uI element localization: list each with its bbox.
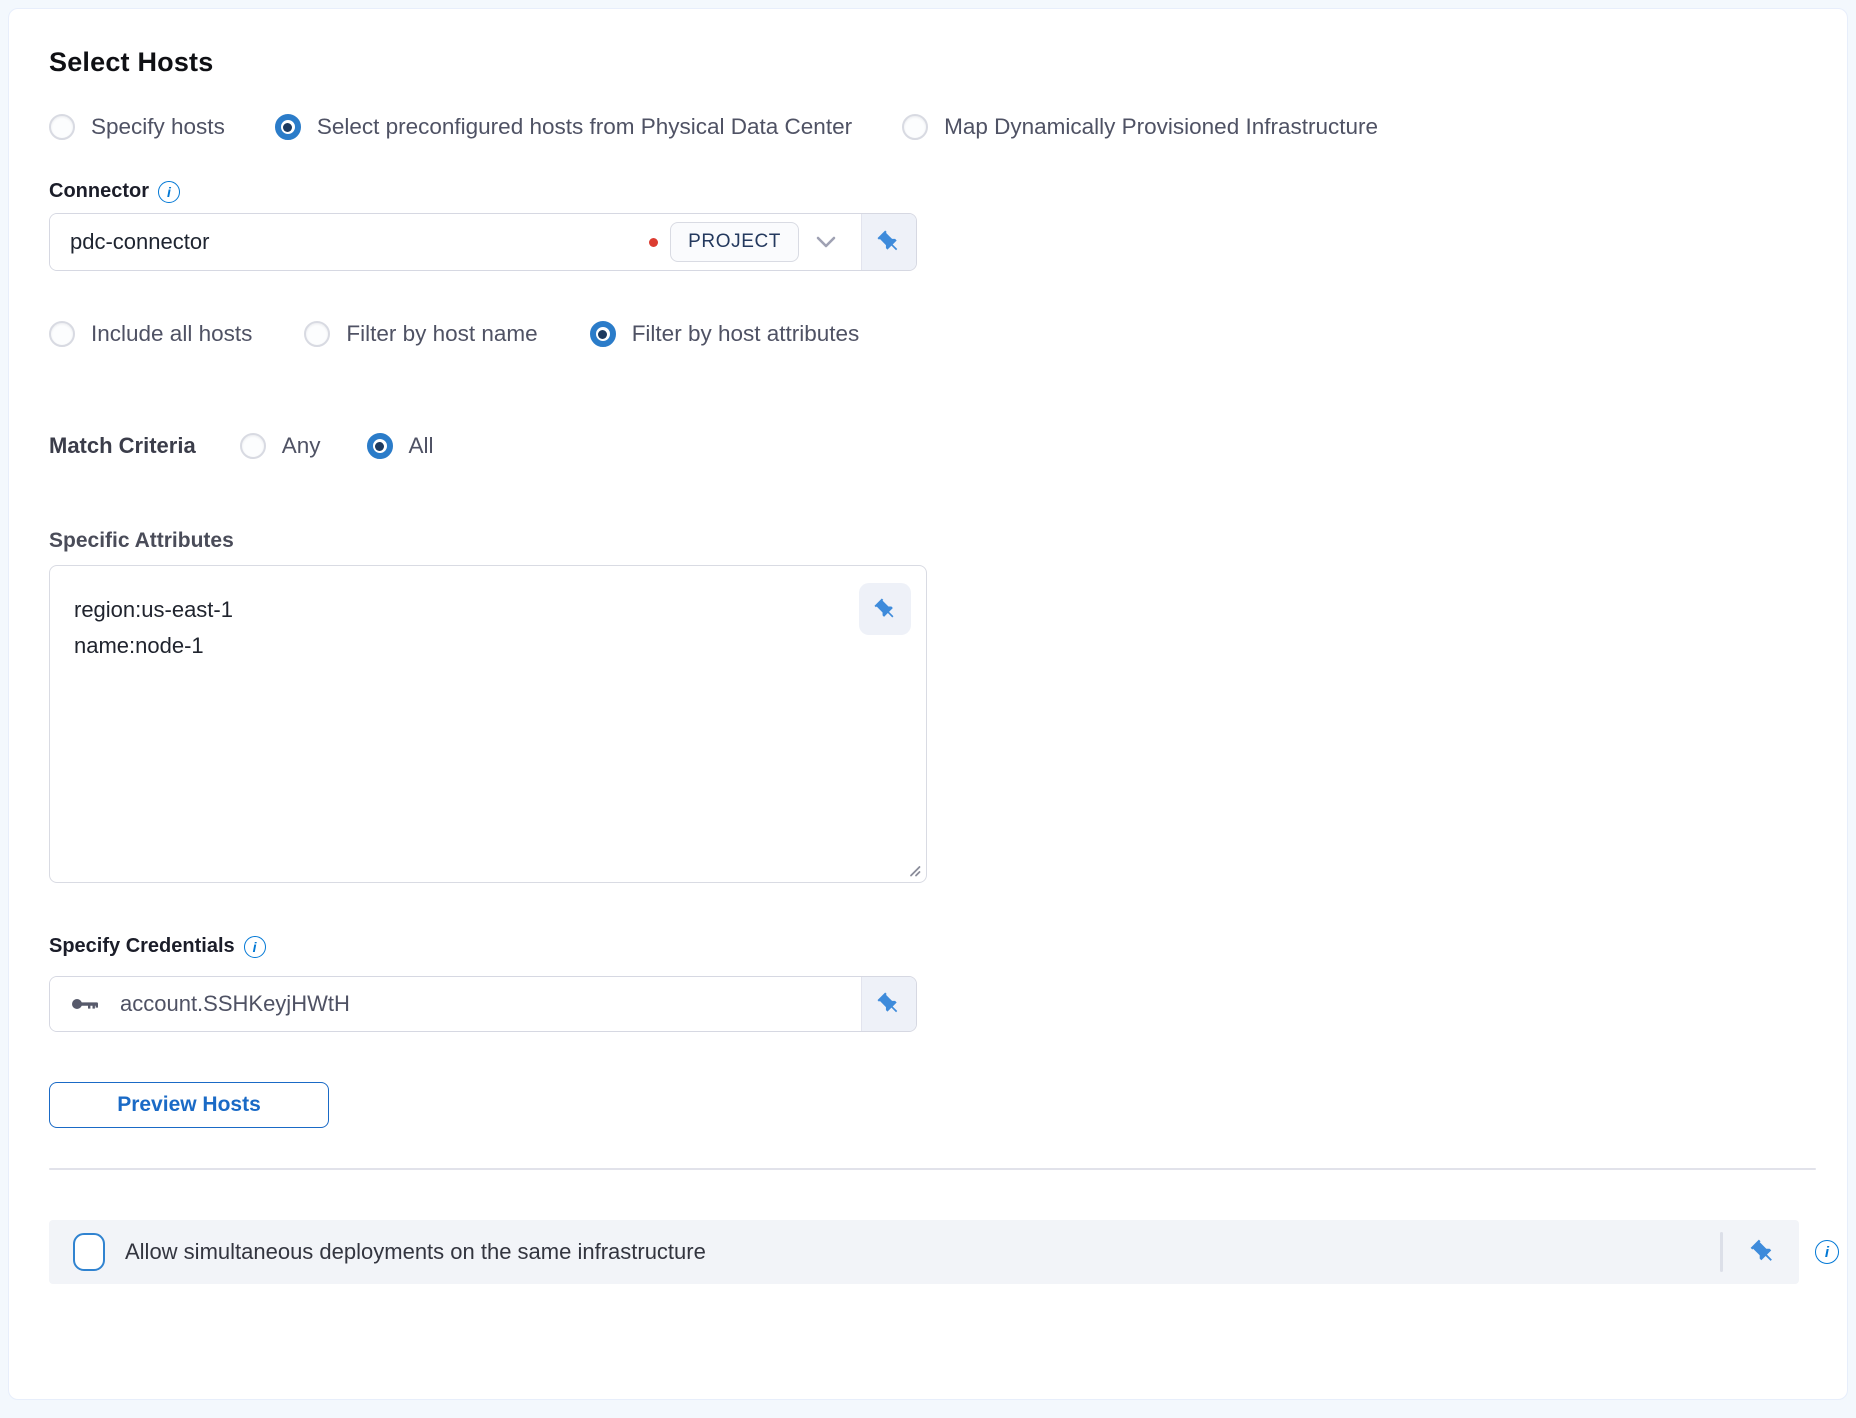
radio-include-all-hosts[interactable]: Include all hosts xyxy=(49,321,252,347)
radio-unselected-icon[interactable] xyxy=(240,433,266,459)
radio-selected-icon[interactable] xyxy=(367,433,393,459)
radio-unselected-icon[interactable] xyxy=(49,114,75,140)
specific-attributes-textarea[interactable]: region:us-east-1 name:node-1 xyxy=(49,565,927,883)
radio-match-any[interactable]: Any xyxy=(240,433,321,459)
scope-badge: PROJECT xyxy=(670,222,799,262)
radio-match-any-label: Any xyxy=(282,433,321,459)
page-title: Select Hosts xyxy=(49,47,1821,78)
radio-preconfigured-hosts[interactable]: Select preconfigured hosts from Physical… xyxy=(275,114,852,140)
info-icon[interactable] xyxy=(244,936,266,958)
host-filter-radio-group: Include all hosts Filter by host name Fi… xyxy=(49,321,1821,347)
select-hosts-card: Select Hosts Specify hosts Select precon… xyxy=(8,8,1848,1400)
radio-preconfigured-hosts-label: Select preconfigured hosts from Physical… xyxy=(317,114,852,140)
radio-unselected-icon[interactable] xyxy=(304,321,330,347)
credentials-label: Specify Credentials xyxy=(49,935,235,958)
radio-filter-by-host-attributes[interactable]: Filter by host attributes xyxy=(590,321,860,347)
credentials-value: account.SSHKeyjHWtH xyxy=(120,991,350,1017)
radio-match-all[interactable]: All xyxy=(367,433,434,459)
chevron-down-icon[interactable] xyxy=(815,235,837,249)
info-icon[interactable] xyxy=(1815,1240,1839,1264)
connector-select[interactable]: PROJECT xyxy=(50,214,862,270)
radio-filter-by-host-name-label: Filter by host name xyxy=(346,321,537,347)
radio-filter-by-host-attributes-label: Filter by host attributes xyxy=(632,321,860,347)
specific-attributes-label-row: Specific Attributes xyxy=(49,529,1821,553)
radio-selected-icon[interactable] xyxy=(275,114,301,140)
info-icon[interactable] xyxy=(158,181,180,203)
simultaneous-deployments-checkbox[interactable] xyxy=(73,1233,105,1271)
radio-unselected-icon[interactable] xyxy=(49,321,75,347)
specific-attributes-field: region:us-east-1 name:node-1 xyxy=(49,565,927,883)
preview-hosts-button[interactable]: Preview Hosts xyxy=(49,1082,329,1128)
pin-icon[interactable] xyxy=(859,583,911,635)
vertical-divider xyxy=(1720,1232,1723,1272)
match-criteria-group: Match Criteria Any All xyxy=(49,433,1821,459)
pin-icon[interactable] xyxy=(1749,1238,1777,1266)
pin-icon[interactable] xyxy=(862,977,916,1031)
match-criteria-label: Match Criteria xyxy=(49,433,196,459)
radio-selected-icon[interactable] xyxy=(590,321,616,347)
ssh-key-icon xyxy=(70,992,102,1016)
textarea-resize-handle[interactable] xyxy=(906,862,921,877)
connector-input[interactable] xyxy=(70,229,641,255)
connector-label-row: Connector xyxy=(49,180,1821,203)
connector-label: Connector xyxy=(49,180,149,203)
credentials-select[interactable]: account.SSHKeyjHWtH xyxy=(50,977,862,1031)
simultaneous-deployments-label: Allow simultaneous deployments on the sa… xyxy=(125,1239,706,1265)
radio-dynamic-infrastructure-label: Map Dynamically Provisioned Infrastructu… xyxy=(944,114,1378,140)
simultaneous-deployments-row: Allow simultaneous deployments on the sa… xyxy=(49,1220,1839,1284)
host-selection-radio-group: Specify hosts Select preconfigured hosts… xyxy=(49,114,1821,140)
radio-unselected-icon[interactable] xyxy=(902,114,928,140)
radio-dynamic-infrastructure[interactable]: Map Dynamically Provisioned Infrastructu… xyxy=(902,114,1378,140)
specific-attributes-label: Specific Attributes xyxy=(49,529,234,552)
radio-include-all-hosts-label: Include all hosts xyxy=(91,321,252,347)
connector-field[interactable]: PROJECT xyxy=(49,213,917,271)
simultaneous-deployments-band: Allow simultaneous deployments on the sa… xyxy=(49,1220,1799,1284)
required-dot-icon xyxy=(649,238,658,247)
radio-specify-hosts[interactable]: Specify hosts xyxy=(49,114,225,140)
pin-icon[interactable] xyxy=(862,214,916,270)
credentials-field[interactable]: account.SSHKeyjHWtH xyxy=(49,976,917,1032)
credentials-label-row: Specify Credentials xyxy=(49,935,1821,958)
section-divider xyxy=(49,1168,1816,1170)
radio-match-all-label: All xyxy=(409,433,434,459)
radio-filter-by-host-name[interactable]: Filter by host name xyxy=(304,321,537,347)
radio-specify-hosts-label: Specify hosts xyxy=(91,114,225,140)
